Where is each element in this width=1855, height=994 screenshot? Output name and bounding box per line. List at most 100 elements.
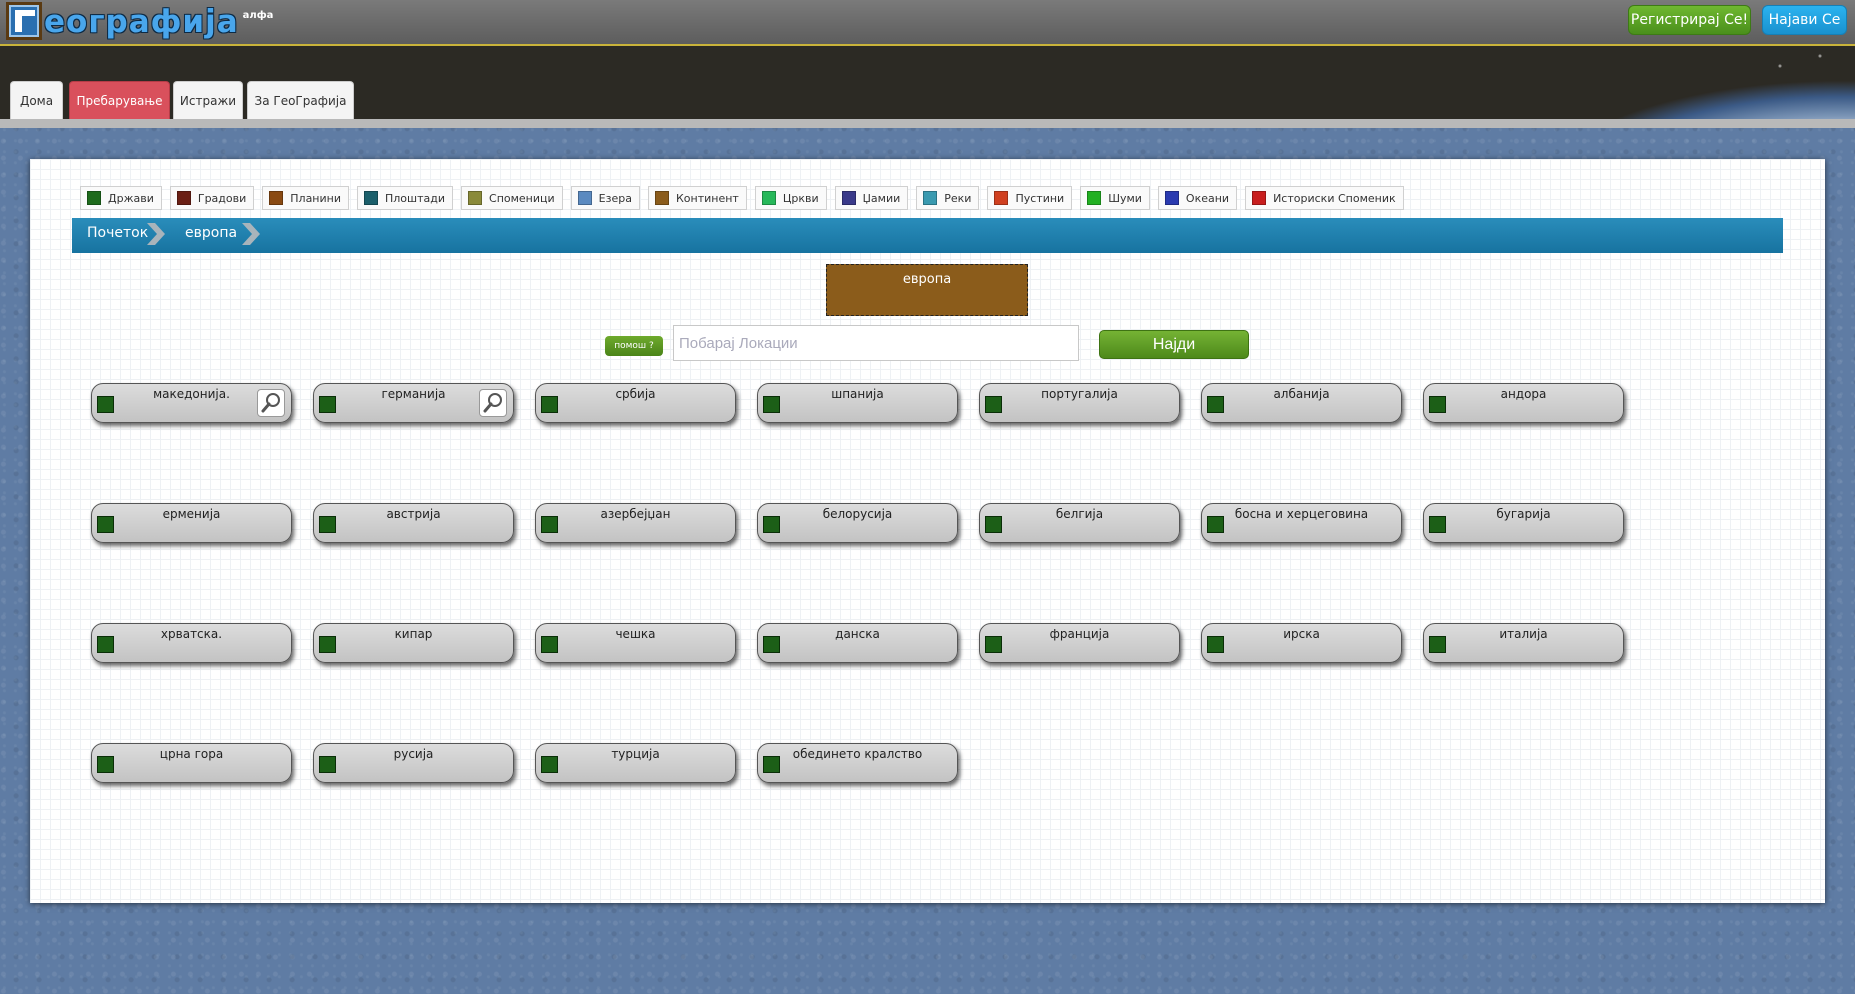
legend-label: Планини bbox=[290, 191, 341, 205]
continent-box[interactable]: европа bbox=[826, 264, 1028, 316]
location-card[interactable]: обединето кралство bbox=[757, 743, 958, 783]
location-card[interactable]: хрватска. bbox=[91, 623, 292, 663]
location-card[interactable]: ирска bbox=[1201, 623, 1402, 663]
search-input[interactable] bbox=[673, 325, 1079, 361]
legend-item[interactable]: Планини bbox=[262, 186, 349, 210]
country-square-icon bbox=[1207, 636, 1224, 653]
legend-swatch-icon bbox=[577, 191, 592, 205]
country-square-icon bbox=[985, 636, 1002, 653]
legend-swatch-icon bbox=[923, 191, 938, 205]
location-card[interactable]: австрија bbox=[313, 503, 514, 543]
register-button[interactable]: Регистрирај Се! bbox=[1628, 5, 1751, 35]
tab-search[interactable]: Пребарување bbox=[69, 81, 170, 119]
location-card[interactable]: босна и херцеговина bbox=[1201, 503, 1402, 543]
site-logo[interactable]: еографија алфа bbox=[6, 2, 273, 42]
location-card[interactable]: кипар bbox=[313, 623, 514, 663]
login-button[interactable]: Најави Се bbox=[1762, 5, 1847, 35]
legend-swatch-icon bbox=[1252, 191, 1267, 205]
location-card[interactable]: турција bbox=[535, 743, 736, 783]
magnifier-icon[interactable] bbox=[257, 389, 285, 417]
legend-swatch-icon bbox=[87, 191, 101, 205]
country-square-icon bbox=[541, 636, 558, 653]
location-card[interactable]: андора bbox=[1423, 383, 1624, 423]
location-card[interactable]: данска bbox=[757, 623, 958, 663]
legend-item[interactable]: Шуми bbox=[1080, 186, 1150, 210]
country-square-icon bbox=[763, 396, 780, 413]
location-card-label: азербејџан bbox=[600, 507, 671, 521]
legend-item[interactable]: Реки bbox=[916, 186, 980, 210]
legend-label: Цркви bbox=[782, 191, 819, 205]
legend-item[interactable]: Џамии bbox=[834, 186, 909, 210]
location-card-label: италија bbox=[1499, 627, 1548, 641]
country-square-icon bbox=[97, 756, 114, 773]
country-square-icon bbox=[1207, 396, 1224, 413]
location-card[interactable]: чешка bbox=[535, 623, 736, 663]
top-header: еографија алфа Регистрирај Се! Најави Се bbox=[0, 0, 1855, 46]
legend-item[interactable]: Плоштади bbox=[357, 186, 454, 210]
legend-item[interactable]: Пустини bbox=[987, 186, 1073, 210]
location-card[interactable]: шпанија bbox=[757, 383, 958, 423]
location-card[interactable]: македонија. bbox=[91, 383, 292, 423]
legend-item[interactable]: Океани bbox=[1157, 186, 1238, 210]
legend-swatch-icon bbox=[841, 191, 856, 205]
country-square-icon bbox=[97, 516, 114, 533]
location-card-label: босна и херцеговина bbox=[1234, 507, 1369, 521]
location-card-label: хрватска. bbox=[160, 627, 223, 641]
location-card[interactable]: белгија bbox=[979, 503, 1180, 543]
country-square-icon bbox=[541, 396, 558, 413]
location-card[interactable]: португалија bbox=[979, 383, 1180, 423]
country-square-icon bbox=[97, 396, 114, 413]
legend-swatch-icon bbox=[468, 191, 483, 205]
location-card-label: албанија bbox=[1273, 387, 1330, 401]
country-square-icon bbox=[319, 636, 336, 653]
legend-label: Реки bbox=[944, 191, 972, 205]
breadcrumb-item-home[interactable]: Почеток bbox=[87, 218, 148, 253]
legend-label: Споменици bbox=[489, 191, 555, 205]
location-card[interactable]: црна гора bbox=[91, 743, 292, 783]
legend-item[interactable]: Континент bbox=[647, 186, 747, 210]
location-card[interactable]: ерменија bbox=[91, 503, 292, 543]
location-card-label: кипар bbox=[394, 627, 433, 641]
magnifier-icon[interactable] bbox=[479, 389, 507, 417]
breadcrumb: Почеток европа bbox=[72, 218, 1783, 253]
location-card[interactable]: белорусија bbox=[757, 503, 958, 543]
legend-item[interactable]: Споменици bbox=[461, 186, 563, 210]
legend-item[interactable]: Држави bbox=[80, 186, 162, 210]
legend-swatch-icon bbox=[1164, 191, 1179, 205]
legend-swatch-icon bbox=[269, 191, 284, 205]
country-square-icon bbox=[1429, 396, 1446, 413]
location-card[interactable]: србија bbox=[535, 383, 736, 423]
find-button[interactable]: Најди bbox=[1099, 330, 1249, 359]
breadcrumb-item-europe[interactable]: европа bbox=[185, 218, 237, 253]
country-square-icon bbox=[97, 636, 114, 653]
legend-item[interactable]: Цркви bbox=[754, 186, 827, 210]
legend-label: Езера bbox=[598, 191, 632, 205]
location-card[interactable]: германија bbox=[313, 383, 514, 423]
location-card-label: данска bbox=[835, 627, 880, 641]
country-square-icon bbox=[985, 396, 1002, 413]
legend-item[interactable]: Историски Споменик bbox=[1245, 186, 1404, 210]
country-square-icon bbox=[319, 756, 336, 773]
country-square-icon bbox=[1207, 516, 1224, 533]
legend-item[interactable]: Езера bbox=[570, 186, 640, 210]
country-square-icon bbox=[985, 516, 1002, 533]
legend-swatch-icon bbox=[364, 191, 378, 205]
tab-home[interactable]: Дома bbox=[10, 81, 63, 119]
location-card[interactable]: франција bbox=[979, 623, 1180, 663]
legend-label: Држави bbox=[108, 191, 154, 205]
legend-item[interactable]: Градови bbox=[169, 186, 255, 210]
legend-label: Континент bbox=[675, 191, 739, 205]
location-card[interactable]: италија bbox=[1423, 623, 1624, 663]
help-button[interactable]: помош ? bbox=[605, 336, 663, 356]
location-card[interactable]: бугарија bbox=[1423, 503, 1624, 543]
tab-explore[interactable]: Истражи bbox=[173, 81, 243, 119]
location-card[interactable]: албанија bbox=[1201, 383, 1402, 423]
earth-banner-image bbox=[1480, 46, 1855, 120]
location-card[interactable]: азербејџан bbox=[535, 503, 736, 543]
logo-g-icon bbox=[6, 2, 42, 40]
tab-about[interactable]: За ГеоГрафија bbox=[247, 81, 354, 119]
location-card-label: обединето кралство bbox=[792, 747, 923, 761]
location-card[interactable]: русија bbox=[313, 743, 514, 783]
location-card-label: русија bbox=[393, 747, 434, 761]
location-card-label: србија bbox=[615, 387, 656, 401]
